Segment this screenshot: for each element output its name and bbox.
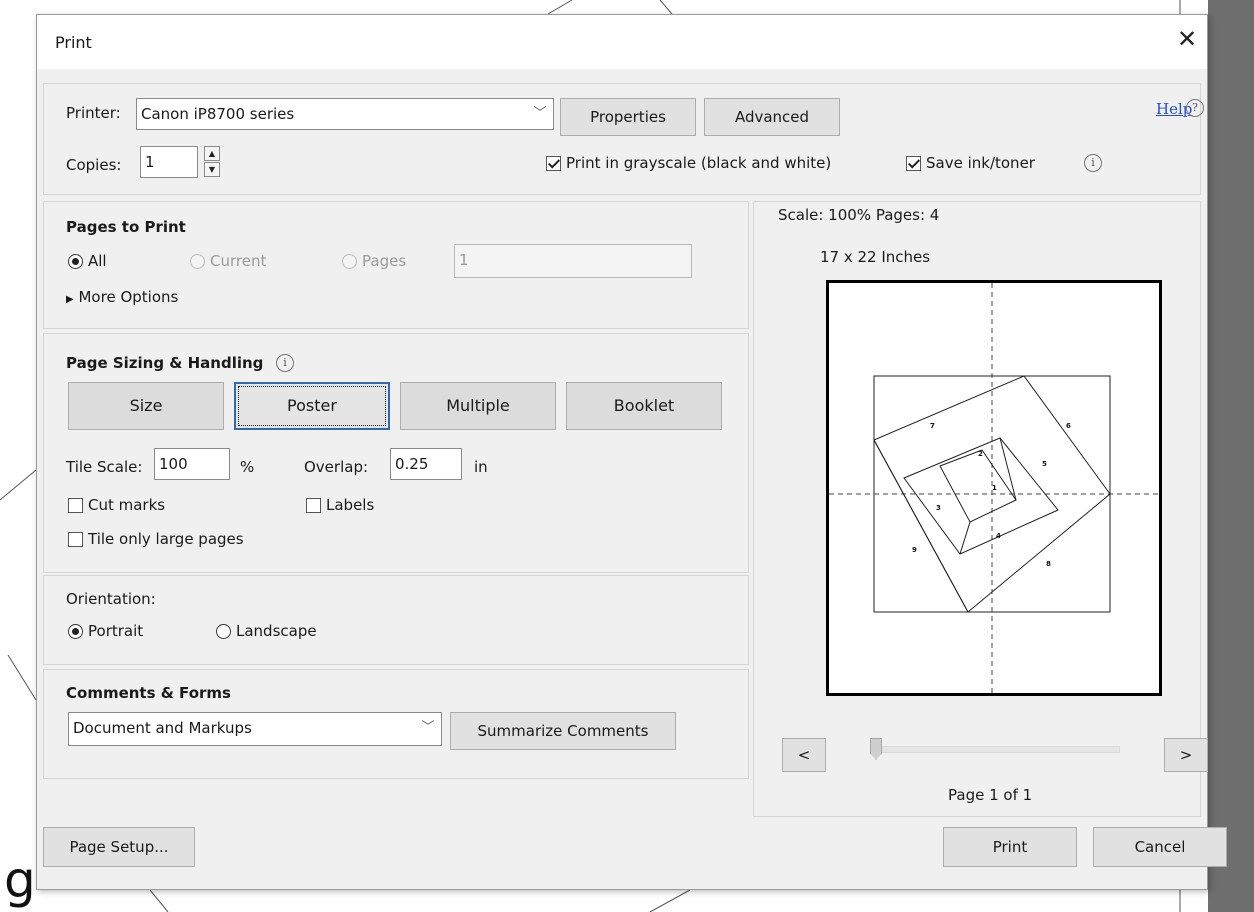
- overlap-value: 0.25: [395, 455, 429, 473]
- labels-label: Labels: [326, 496, 375, 514]
- copies-input[interactable]: 1: [140, 146, 198, 178]
- chevron-down-icon: ﹀: [533, 106, 547, 121]
- booklet-button[interactable]: Booklet: [566, 382, 722, 430]
- pages-to-print-heading: Pages to Print: [66, 218, 186, 236]
- tile-only-large-checkbox[interactable]: [68, 532, 83, 547]
- poster-page-number: 7: [930, 422, 935, 430]
- cut-marks-checkbox[interactable]: [68, 498, 83, 513]
- info-icon[interactable]: i: [1084, 154, 1102, 172]
- poster-page-number: 3: [936, 504, 941, 512]
- summarize-comments-button[interactable]: Summarize Comments: [450, 712, 676, 750]
- comments-forms-panel: Comments & Forms Document and Markups ﹀ …: [43, 669, 749, 779]
- save-ink-checkbox[interactable]: [906, 156, 921, 171]
- pages-to-print-panel: Pages to Print All Current Pages 1 ▶ Mor…: [43, 201, 749, 329]
- print-button[interactable]: Print: [943, 827, 1077, 867]
- properties-button[interactable]: Properties: [560, 98, 696, 136]
- page-slider-thumb[interactable]: [870, 738, 882, 760]
- all-radio[interactable]: [68, 254, 83, 269]
- poster-page-number: 8: [1046, 560, 1051, 568]
- background-scrollbar: [1208, 0, 1254, 912]
- pages-radio[interactable]: [342, 254, 357, 269]
- current-label: Current: [210, 252, 267, 270]
- save-ink-label: Save ink/toner: [926, 154, 1035, 172]
- grayscale-checkbox[interactable]: [546, 156, 561, 171]
- overlap-unit: in: [474, 458, 488, 476]
- comments-select[interactable]: Document and Markups ﹀: [68, 712, 442, 746]
- printer-select-value: Canon iP8700 series: [141, 105, 295, 123]
- cancel-button[interactable]: Cancel: [1093, 827, 1227, 867]
- next-page-button[interactable]: >: [1164, 738, 1208, 772]
- poster-page-number: 2: [978, 450, 983, 458]
- preview-panel: Scale: 100% Pages: 4 17 x 22 Inches 1 2 …: [753, 201, 1208, 817]
- tile-scale-input[interactable]: 100: [154, 448, 230, 480]
- scale-pages-text: Scale: 100% Pages: 4: [778, 206, 940, 224]
- cut-marks-label: Cut marks: [88, 496, 166, 514]
- pages-input[interactable]: 1: [454, 244, 692, 278]
- pages-label: Pages: [362, 252, 407, 270]
- poster-page-number: 6: [1066, 422, 1071, 430]
- page-sizing-heading: Page Sizing & Handling: [66, 354, 264, 372]
- all-label: All: [88, 252, 107, 270]
- portrait-radio[interactable]: [68, 624, 83, 639]
- print-dialog: Print ✕ Printer: Canon iP8700 series ﹀ P…: [36, 14, 1227, 890]
- paper-size-text: 17 x 22 Inches: [820, 248, 931, 266]
- comments-forms-heading: Comments & Forms: [66, 684, 231, 702]
- overlap-label: Overlap:: [304, 458, 369, 476]
- dialog-title: Print: [55, 33, 92, 52]
- advanced-button[interactable]: Advanced: [704, 98, 840, 136]
- background-glyph: g: [4, 851, 36, 909]
- grayscale-label: Print in grayscale (black and white): [566, 154, 832, 172]
- printer-label: Printer:: [66, 104, 121, 122]
- poster-page-number: 4: [996, 532, 1001, 540]
- prev-page-button[interactable]: <: [782, 738, 826, 772]
- more-options-label: More Options: [78, 288, 179, 306]
- overlap-input[interactable]: 0.25: [390, 448, 462, 480]
- poster-page-number: 9: [912, 546, 917, 554]
- copies-label: Copies:: [66, 156, 122, 174]
- printer-panel: Printer: Canon iP8700 series ﹀ Propertie…: [43, 83, 1204, 195]
- copies-up-icon[interactable]: ▲: [204, 146, 220, 161]
- landscape-label: Landscape: [236, 622, 317, 640]
- tile-only-large-label: Tile only large pages: [88, 530, 244, 548]
- portrait-label: Portrait: [88, 622, 144, 640]
- printer-select[interactable]: Canon iP8700 series ﹀: [136, 98, 554, 130]
- page-slider-track[interactable]: [872, 746, 1120, 753]
- tile-scale-label: Tile Scale:: [66, 458, 143, 476]
- help-icon[interactable]: ?: [1186, 99, 1204, 117]
- current-radio[interactable]: [190, 254, 205, 269]
- multiple-button[interactable]: Multiple: [400, 382, 556, 430]
- labels-checkbox[interactable]: [306, 498, 321, 513]
- chevron-down-icon: ﹀: [421, 720, 435, 735]
- poster-button[interactable]: Poster: [234, 382, 390, 430]
- page-preview: 1 2 3 4 5 6 7 8 9: [826, 280, 1162, 696]
- page-setup-button[interactable]: Page Setup...: [43, 827, 195, 867]
- page-sizing-panel: Page Sizing & Handling i Size Poster Mul…: [43, 333, 749, 573]
- tile-scale-value: 100: [159, 455, 188, 473]
- triangle-right-icon: ▶: [66, 294, 74, 305]
- orientation-heading: Orientation:: [66, 590, 156, 608]
- title-bar: Print ✕: [37, 15, 1207, 69]
- more-options-toggle[interactable]: ▶ More Options: [66, 288, 178, 306]
- info-icon[interactable]: i: [276, 354, 294, 372]
- comments-select-value: Document and Markups: [73, 719, 252, 737]
- page-indicator: Page 1 of 1: [948, 786, 1033, 804]
- landscape-radio[interactable]: [216, 624, 231, 639]
- copies-down-icon[interactable]: ▼: [204, 162, 220, 177]
- pages-input-value: 1: [459, 251, 469, 269]
- orientation-panel: Orientation: Portrait Landscape: [43, 575, 749, 665]
- poster-page-number: 5: [1042, 460, 1047, 468]
- poster-page-number: 1: [992, 484, 997, 492]
- size-button[interactable]: Size: [68, 382, 224, 430]
- copies-value: 1: [145, 153, 155, 171]
- close-icon[interactable]: ✕: [1177, 25, 1197, 53]
- tile-scale-unit: %: [240, 458, 255, 476]
